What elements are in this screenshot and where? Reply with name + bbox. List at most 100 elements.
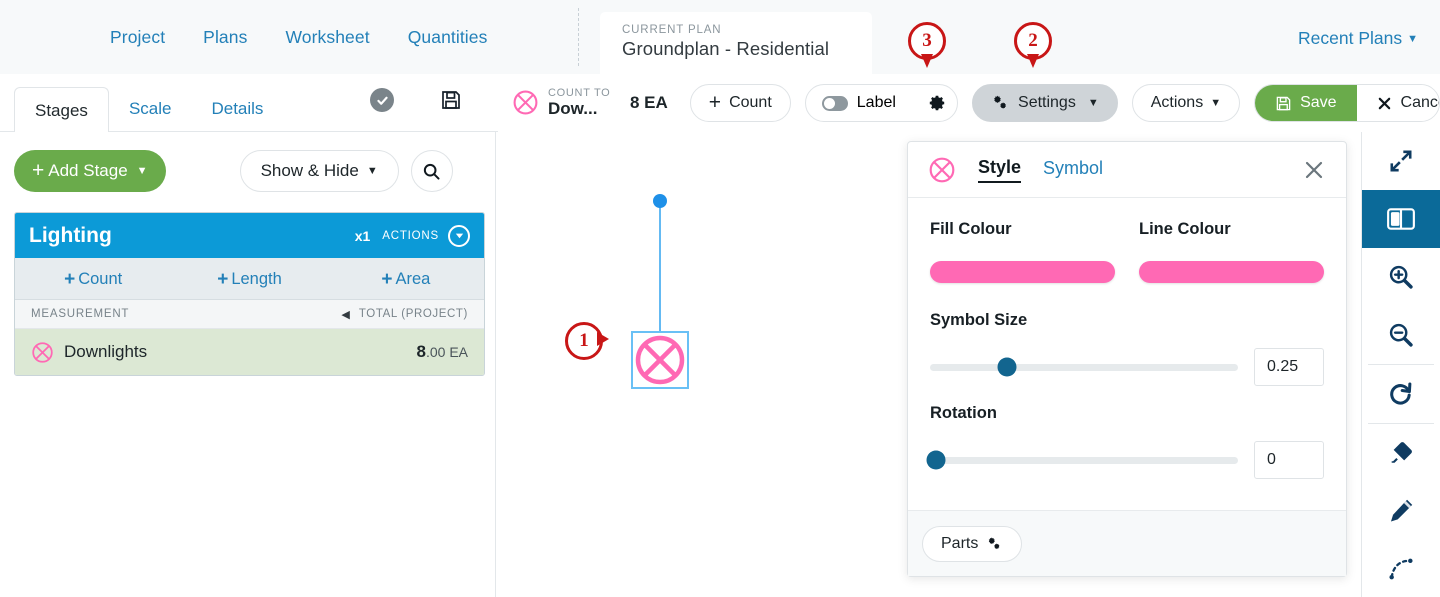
table-row[interactable]: Downlights 8.00 EA <box>15 329 484 375</box>
chevron-down-circle-icon[interactable] <box>448 224 470 247</box>
add-length-measurement-label: Length <box>231 269 282 288</box>
nav-vertical-divider <box>578 8 579 66</box>
tab-stages[interactable]: Stages <box>14 87 109 133</box>
fill-colour-swatch[interactable] <box>930 261 1115 283</box>
add-area-measurement-label: Area <box>395 269 431 288</box>
current-plan-card[interactable]: CURRENT PLAN Groundplan - Residential <box>600 12 872 74</box>
settings-button[interactable]: Settings ▼ <box>972 84 1118 122</box>
left-panel-tabs: Stages Scale Details <box>14 74 283 133</box>
fill-colour-group: Fill Colour <box>930 220 1115 283</box>
current-plan-kicker: CURRENT PLAN <box>622 24 722 36</box>
actions-label: Actions <box>1150 94 1204 111</box>
tab-icon-group <box>370 88 462 112</box>
style-panel-tab-symbol[interactable]: Symbol <box>1043 158 1103 182</box>
eraser-icon[interactable] <box>1362 424 1440 482</box>
close-icon[interactable] <box>1302 158 1326 182</box>
nav-link-worksheet[interactable]: Worksheet <box>285 27 369 48</box>
app-root: Project Plans Worksheet Quantities CURRE… <box>0 0 1440 597</box>
chevron-down-icon: ▼ <box>366 165 378 177</box>
chevron-down-icon: ▼ <box>955 97 957 109</box>
rotation-label: Rotation <box>930 404 997 422</box>
stage-card-lighting: Lighting x1 ACTIONS + Count + Length + Area <box>14 212 485 376</box>
plus-icon: + <box>708 90 722 114</box>
pencil-icon[interactable] <box>1362 482 1440 540</box>
recent-plans-dropdown[interactable]: Recent Plans ▼ <box>1298 28 1418 49</box>
curve-icon[interactable] <box>1362 540 1440 597</box>
tab-details[interactable]: Details <box>191 86 283 132</box>
tab-scale[interactable]: Scale <box>109 86 192 132</box>
close-icon <box>1378 97 1390 109</box>
stages-panel: + Add Stage ▼ Show & Hide ▼ Lighting x1 … <box>0 132 496 597</box>
colour-row: Fill Colour Line Colour <box>930 220 1324 283</box>
zoom-in-icon[interactable] <box>1362 248 1440 306</box>
line-colour-swatch[interactable] <box>1139 261 1324 283</box>
label-gear-dropdown[interactable]: ▼ <box>912 85 957 121</box>
stage-header[interactable]: Lighting x1 ACTIONS <box>15 213 484 258</box>
rotation-slider-thumb[interactable] <box>926 450 946 470</box>
rotation-slider[interactable] <box>926 450 1238 470</box>
measurement-column-header: MEASUREMENT <box>31 308 130 320</box>
parts-label: Parts <box>941 534 979 552</box>
search-icon <box>424 163 440 180</box>
style-panel-tab-style[interactable]: Style <box>978 157 1022 183</box>
toggle-switch-icon[interactable] <box>821 95 848 111</box>
parts-button[interactable]: Parts <box>922 525 1023 562</box>
add-length-measurement[interactable]: + Length <box>171 268 327 290</box>
secondary-toolbar: Stages Scale Details COUNT TO Dow... 8 E… <box>0 74 1440 133</box>
top-nav-links: Project Plans Worksheet Quantities <box>110 27 487 48</box>
style-panel-header: Style Symbol <box>908 142 1346 198</box>
line-colour-label: Line Colour <box>1139 220 1231 238</box>
label-toggle-button[interactable]: Label <box>806 85 912 121</box>
measurement-quantity: 8 EA <box>630 93 668 112</box>
save-cancel-group: Save Cancel <box>1254 84 1440 122</box>
measurement-row-value-whole: 8 <box>416 342 426 361</box>
fullscreen-icon[interactable] <box>1362 132 1440 190</box>
add-area-measurement[interactable]: + Area <box>328 268 484 290</box>
nav-link-plans[interactable]: Plans <box>203 27 247 48</box>
add-count-measurement-label: Count <box>78 269 123 288</box>
add-count-measurement[interactable]: + Count <box>15 268 171 290</box>
style-panel-body: Fill Colour Line Colour Symbol Size 0.25… <box>908 198 1346 479</box>
measurement-table-header: MEASUREMENT ◀ TOTAL (PROJECT) <box>15 300 484 329</box>
active-measurement-texts: COUNT TO Dow... <box>548 88 614 117</box>
active-measurement-chip[interactable]: COUNT TO Dow... <box>512 88 614 117</box>
symbol-size-slider[interactable] <box>930 357 1238 377</box>
recent-plans-label: Recent Plans <box>1298 28 1403 48</box>
crossed-circle-icon <box>513 91 538 115</box>
cancel-label: Cancel <box>1400 94 1439 111</box>
save-label: Save <box>1300 94 1337 111</box>
floppy-disk-icon[interactable] <box>440 88 462 112</box>
measurement-name: Dow... <box>548 99 598 118</box>
measurement-toolbar: COUNT TO Dow... 8 EA + Count Label Setti… <box>498 74 1440 132</box>
crossed-circle-icon <box>929 157 955 182</box>
double-gear-icon <box>994 95 1007 109</box>
rotation-slider-row: 0 <box>926 441 1324 479</box>
add-stage-button[interactable]: + Add Stage ▼ <box>14 150 166 192</box>
current-plan-title: Groundplan - Residential <box>622 38 830 59</box>
search-button[interactable] <box>410 150 453 192</box>
fill-colour-label: Fill Colour <box>930 220 1012 238</box>
check-icon[interactable] <box>370 88 394 112</box>
actions-button[interactable]: Actions ▼ <box>1131 84 1241 122</box>
cancel-button[interactable]: Cancel <box>1356 85 1440 121</box>
chevron-down-icon: ▼ <box>1087 97 1099 109</box>
prev-column-arrow-icon[interactable]: ◀ <box>341 308 349 321</box>
symbol-size-input[interactable]: 0.25 <box>1254 348 1324 386</box>
nav-link-project[interactable]: Project <box>110 27 165 48</box>
plus-icon: + <box>32 158 45 182</box>
total-column-header: TOTAL (PROJECT) <box>358 308 468 320</box>
label-settings-group: Label ▼ <box>804 84 959 122</box>
show-hide-button[interactable]: Show & Hide ▼ <box>239 150 399 192</box>
redo-icon[interactable] <box>1362 365 1440 423</box>
save-button[interactable]: Save <box>1255 85 1357 121</box>
drag-handle-dot <box>653 194 667 208</box>
symbol-size-slider-thumb[interactable] <box>997 357 1017 377</box>
rotation-input[interactable]: 0 <box>1254 441 1324 479</box>
floppy-disk-icon <box>1276 96 1291 110</box>
split-panel-icon[interactable] <box>1362 190 1440 248</box>
measurement-row-name: Downlights <box>64 342 148 361</box>
zoom-out-icon[interactable] <box>1362 306 1440 364</box>
nav-link-quantities[interactable]: Quantities <box>408 27 488 48</box>
label-toggle-text: Label <box>856 94 896 111</box>
add-count-button[interactable]: + Count <box>689 84 791 122</box>
